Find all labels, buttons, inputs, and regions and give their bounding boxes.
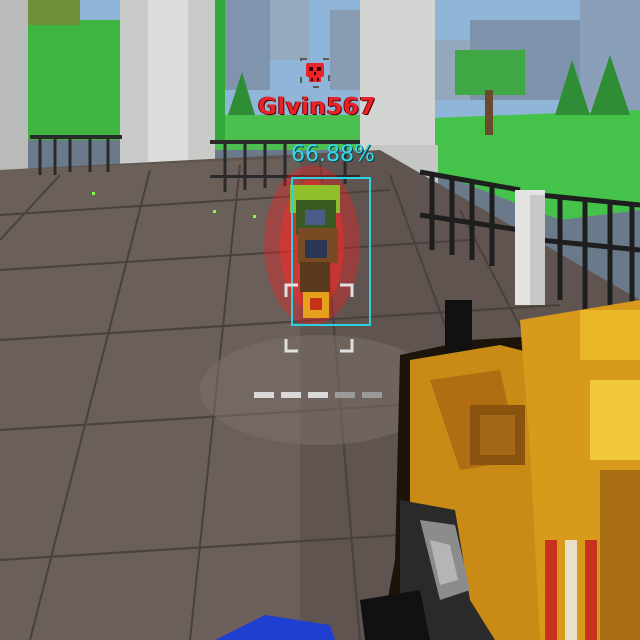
- enemy-player-name: Glvin567: [257, 94, 377, 120]
- crosshair-icon: [284, 283, 354, 353]
- enemy-skull-icon: [300, 58, 330, 88]
- target-lock-percent: 66.88%: [291, 142, 375, 167]
- reload-indicator: [254, 391, 384, 399]
- game-viewport[interactable]: Glvin567 66.88%: [0, 0, 640, 640]
